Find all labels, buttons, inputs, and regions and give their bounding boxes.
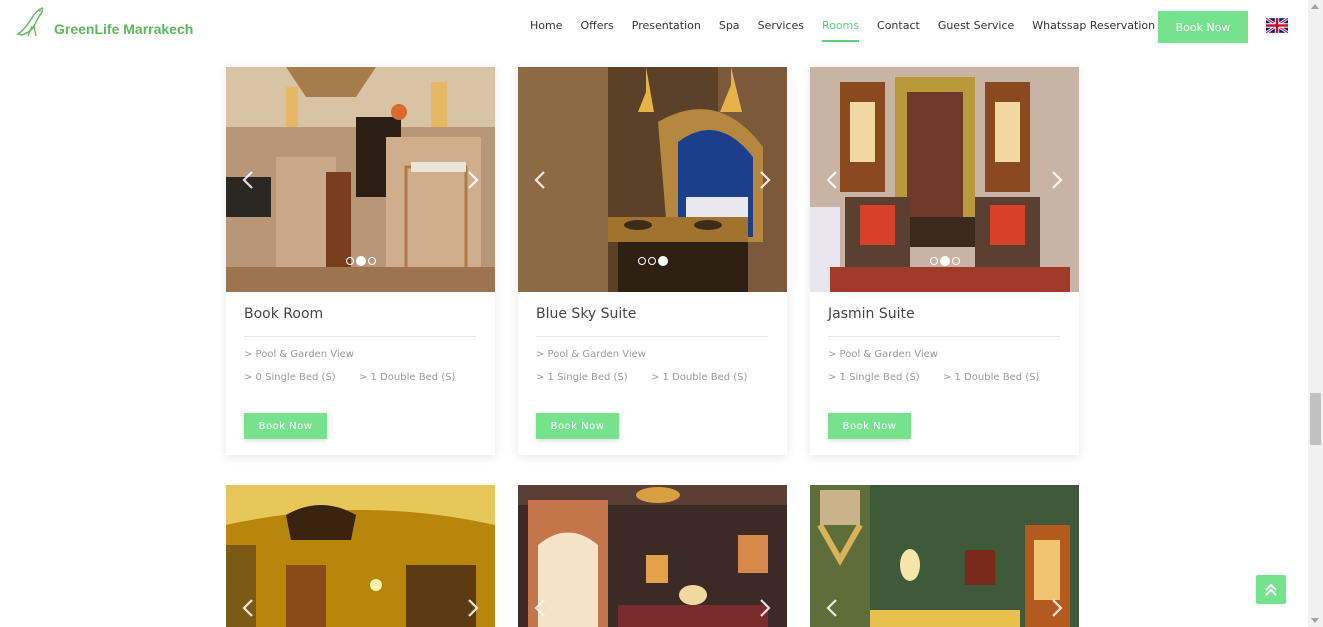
- nav-item-whatsapp-reservation[interactable]: Whatssap Reservation: [1032, 19, 1155, 42]
- nav-item-services[interactable]: Services: [758, 19, 804, 42]
- room-photo-carousel[interactable]: [518, 485, 787, 627]
- room-single-beds: > 1 Single Bed (S): [536, 372, 628, 383]
- main-nav: Home Offers Presentation Spa Services Ro…: [530, 19, 1173, 42]
- carousel-dot[interactable]: [929, 257, 938, 265]
- scroll-to-top-button[interactable]: [1256, 575, 1286, 604]
- carousel-dots: [226, 256, 495, 266]
- scroll-down-arrow-icon[interactable]: [1311, 618, 1319, 623]
- uk-flag-icon[interactable]: [1266, 18, 1288, 33]
- room-title: Book Room: [244, 306, 476, 337]
- room-single-beds: > 1 Single Bed (S): [828, 372, 920, 383]
- carousel-prev-icon[interactable]: [822, 169, 844, 191]
- carousel-dot-active[interactable]: [939, 256, 950, 266]
- carousel-dot[interactable]: [345, 257, 354, 265]
- carousel-prev-icon[interactable]: [822, 597, 844, 619]
- carousel-dot-active[interactable]: [355, 256, 366, 266]
- room-view: > Pool & Garden View: [828, 349, 938, 360]
- room-beds: > 1 Single Bed (S) > 1 Double Bed (S): [536, 372, 768, 383]
- room-title: Jasmin Suite: [828, 306, 1060, 337]
- carousel-dots: [810, 256, 1079, 266]
- room-photo: [226, 485, 495, 627]
- carousel-next-icon[interactable]: [461, 597, 483, 619]
- carousel-dots: [518, 256, 787, 266]
- room-photo-carousel[interactable]: [226, 67, 495, 292]
- carousel-prev-icon[interactable]: [530, 169, 552, 191]
- room-card-body: Blue Sky Suite > Pool & Garden View > 1 …: [518, 292, 787, 455]
- room-photo-carousel[interactable]: [518, 67, 787, 292]
- room-book-now-button[interactable]: Book Now: [244, 413, 327, 439]
- nav-item-contact[interactable]: Contact: [877, 19, 920, 42]
- room-card-blue-sky-suite: Blue Sky Suite > Pool & Garden View > 1 …: [518, 67, 787, 455]
- nav-item-rooms[interactable]: Rooms: [821, 19, 860, 42]
- carousel-dot[interactable]: [951, 257, 960, 265]
- room-card-row2-2: [518, 485, 787, 627]
- page: GreenLife Marrakech Home Offers Presenta…: [0, 0, 1323, 627]
- header-book-now-button[interactable]: Book Now: [1158, 11, 1248, 43]
- room-card-book-room: Book Room > Pool & Garden View > 0 Singl…: [226, 67, 495, 455]
- carousel-next-icon[interactable]: [1045, 597, 1067, 619]
- room-view: > Pool & Garden View: [536, 349, 646, 360]
- room-double-beds: > 1 Double Bed (S): [943, 372, 1040, 383]
- carousel-dot-active[interactable]: [657, 256, 668, 266]
- room-beds: > 0 Single Bed (S) > 1 Double Bed (S): [244, 372, 476, 383]
- room-card-row2-3: [810, 485, 1079, 627]
- carousel-next-icon[interactable]: [753, 169, 775, 191]
- room-card-row2-1: [226, 485, 495, 627]
- nav-item-offers[interactable]: Offers: [580, 19, 613, 42]
- scroll-up-arrow-icon[interactable]: [1311, 4, 1319, 9]
- nav-item-home[interactable]: Home: [530, 19, 562, 42]
- scrollbar-thumb[interactable]: [1310, 393, 1321, 445]
- room-photo-carousel[interactable]: [810, 485, 1079, 627]
- room-beds: > 1 Single Bed (S) > 1 Double Bed (S): [828, 372, 1060, 383]
- carousel-next-icon[interactable]: [461, 169, 483, 191]
- double-chevron-up-icon: [1265, 583, 1277, 596]
- carousel-dot[interactable]: [637, 257, 646, 265]
- room-photo-carousel[interactable]: [810, 67, 1079, 292]
- page-scrollbar[interactable]: [1308, 0, 1323, 627]
- carousel-next-icon[interactable]: [753, 597, 775, 619]
- room-book-now-button[interactable]: Book Now: [536, 413, 619, 439]
- room-title: Blue Sky Suite: [536, 306, 768, 337]
- room-view: > Pool & Garden View: [244, 349, 354, 360]
- site-header: GreenLife Marrakech Home Offers Presenta…: [0, 0, 1308, 58]
- carousel-next-icon[interactable]: [1045, 169, 1067, 191]
- bird-logo-icon: [16, 7, 44, 37]
- nav-item-guest-service[interactable]: Guest Service: [938, 19, 1014, 42]
- carousel-dot[interactable]: [367, 257, 376, 265]
- carousel-prev-icon[interactable]: [238, 597, 260, 619]
- brand-name: GreenLife Marrakech: [54, 21, 194, 37]
- room-card-body: Jasmin Suite > Pool & Garden View > 1 Si…: [810, 292, 1079, 455]
- carousel-dot[interactable]: [647, 257, 656, 265]
- room-book-now-button[interactable]: Book Now: [828, 413, 911, 439]
- room-single-beds: > 0 Single Bed (S): [244, 372, 336, 383]
- room-photo: [518, 485, 787, 627]
- carousel-prev-icon[interactable]: [530, 597, 552, 619]
- room-photo: [810, 485, 1079, 627]
- brand-logo[interactable]: GreenLife Marrakech: [14, 4, 193, 38]
- nav-item-spa[interactable]: Spa: [719, 19, 740, 42]
- room-double-beds: > 1 Double Bed (S): [359, 372, 456, 383]
- carousel-prev-icon[interactable]: [238, 169, 260, 191]
- room-double-beds: > 1 Double Bed (S): [651, 372, 748, 383]
- nav-item-presentation[interactable]: Presentation: [632, 19, 701, 42]
- room-card-body: Book Room > Pool & Garden View > 0 Singl…: [226, 292, 495, 455]
- room-card-jasmin-suite: Jasmin Suite > Pool & Garden View > 1 Si…: [810, 67, 1079, 455]
- room-photo-carousel[interactable]: [226, 485, 495, 627]
